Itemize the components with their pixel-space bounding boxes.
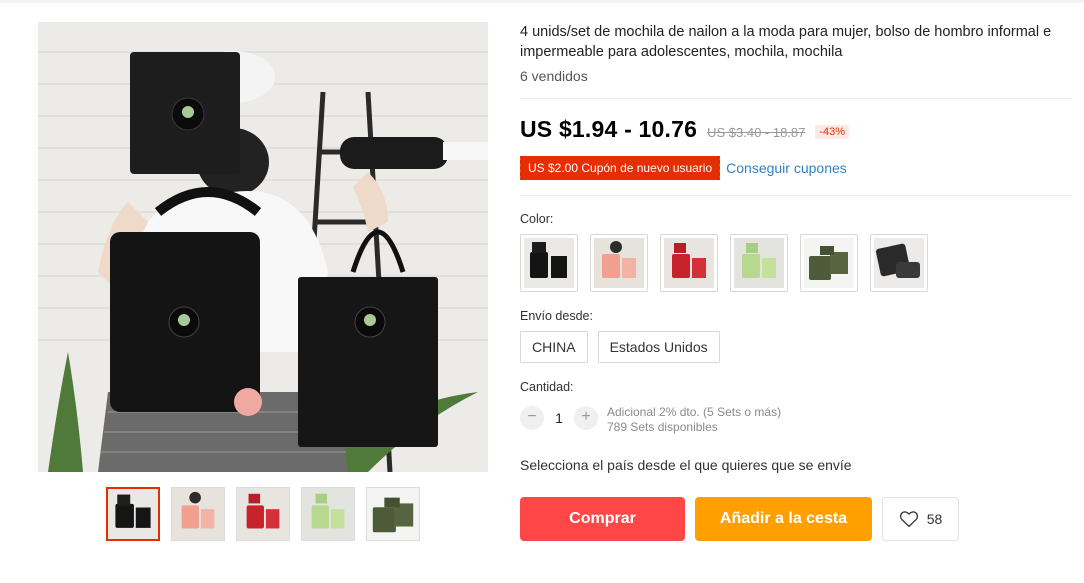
color-option-black-set[interactable] [870, 234, 928, 292]
coupon-row: US $2.00 Cupón de nuevo usuario Consegui… [517, 156, 847, 180]
color-option-green[interactable] [730, 234, 788, 292]
ships-from-china[interactable]: CHINA [520, 331, 588, 363]
thumbnail-black[interactable] [106, 487, 160, 541]
divider [520, 195, 1072, 196]
product-photo [38, 22, 488, 472]
color-option-red[interactable] [660, 234, 718, 292]
current-price: US $1.94 - 10.76 [520, 116, 698, 142]
new-user-coupon-tag: US $2.00 Cupón de nuevo usuario [517, 156, 721, 180]
thumbnail-red[interactable] [236, 487, 290, 541]
bulk-discount-note: Adicional 2% dto. (5 Sets o más) [607, 405, 782, 419]
buy-now-button[interactable]: Comprar [520, 497, 685, 541]
quantity-label: Cantidad: [520, 380, 574, 394]
thumbnail-army-green[interactable] [366, 487, 420, 541]
quantity-value[interactable]: 1 [544, 410, 574, 426]
stock-available: 789 Sets disponibles [607, 420, 718, 434]
quantity-decrease-button[interactable]: − [520, 406, 544, 430]
color-option-pink[interactable] [590, 234, 648, 292]
wishlist-button[interactable]: 58 [882, 497, 959, 541]
color-label: Color: [520, 212, 554, 226]
product-main-image[interactable] [38, 22, 488, 472]
ships-from-united-states[interactable]: Estados Unidos [597, 331, 720, 363]
product-title: 4 unids/set de mochila de nailon a la mo… [520, 24, 1052, 60]
original-price: US $3.40 - 18.87 [707, 125, 806, 140]
ships-from-options: CHINA Estados Unidos [520, 331, 720, 363]
thumbnail-green[interactable] [301, 487, 355, 541]
price-row: US $1.94 - 10.76 US $3.40 - 18.87 -43% [520, 116, 850, 143]
thumbnail-pink[interactable] [171, 487, 225, 541]
shipping-country-note: Selecciona el país desde el que quieres … [520, 457, 852, 473]
quantity-stepper: − 1 + [520, 406, 598, 430]
heart-icon [899, 511, 918, 528]
ships-from-label: Envío desde: [520, 309, 593, 323]
color-option-black[interactable] [520, 234, 578, 292]
quantity-increase-button[interactable]: + [574, 406, 598, 430]
top-divider [0, 0, 1084, 3]
divider [520, 98, 1072, 99]
color-option-army-green[interactable] [800, 234, 858, 292]
quantity-info: Adicional 2% dto. (5 Sets o más) 789 Set… [607, 405, 781, 435]
get-coupons-link[interactable]: Conseguir cupones [726, 160, 847, 176]
add-to-cart-button[interactable]: Añadir a la cesta [695, 497, 872, 541]
discount-badge: -43% [815, 125, 850, 139]
wishlist-count: 58 [926, 511, 943, 527]
color-swatches [520, 234, 928, 292]
sold-count: 6 vendidos [520, 68, 588, 84]
thumbnail-strip [106, 487, 420, 541]
